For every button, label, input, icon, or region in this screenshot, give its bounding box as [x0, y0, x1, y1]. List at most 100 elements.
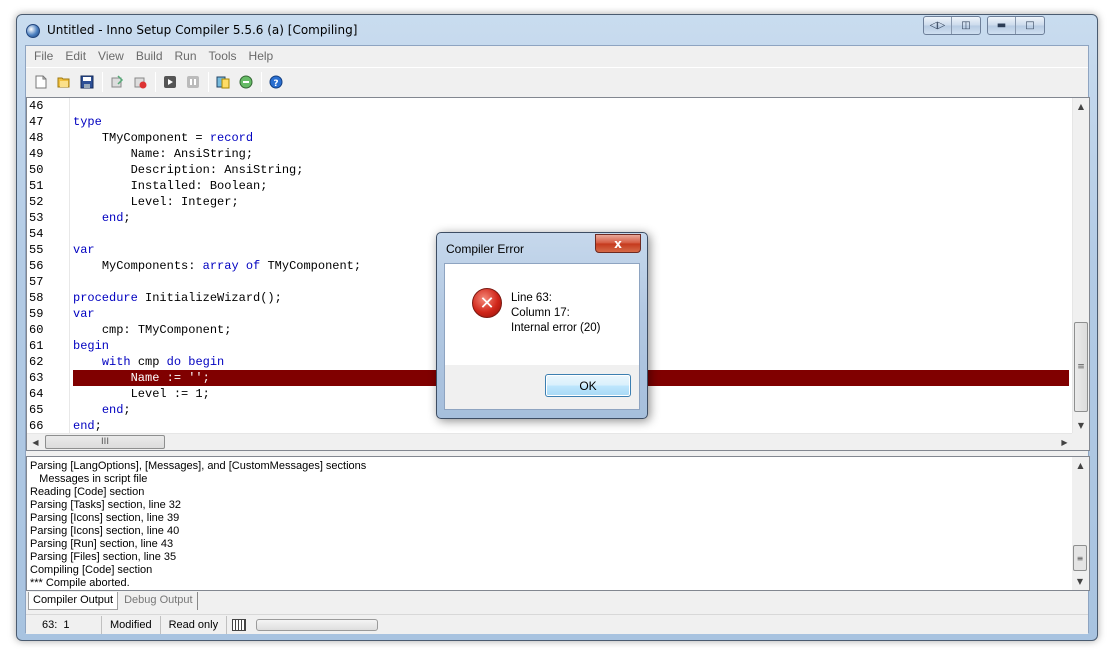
line-number: 59	[29, 307, 44, 321]
menu-tools[interactable]: Tools	[203, 49, 243, 63]
tab-debug-output[interactable]: Debug Output	[120, 592, 198, 610]
error-icon: ✕	[472, 288, 502, 318]
menu-bar: File Edit View Build Run Tools Help	[26, 46, 1088, 66]
ok-button[interactable]: OK	[545, 374, 631, 397]
menu-run[interactable]: Run	[169, 49, 203, 63]
caption-buttons: ▬ □	[987, 16, 1045, 35]
line-number-gutter: 46 47 48 49 50 51 52 53 54 55 56 57 58 59 60 61 62 63 64 65…	[27, 98, 70, 434]
modified-status: Modified	[102, 615, 161, 634]
scroll-up-icon[interactable]: ▲	[1073, 98, 1089, 115]
line-number: 53	[29, 211, 44, 225]
editor-vertical-scrollbar[interactable]: ▲ ≡ ▼	[1072, 98, 1089, 434]
menu-view[interactable]: View	[92, 49, 130, 63]
output-line: Reading [Code] section	[30, 486, 145, 498]
code-line[interactable]: end;	[73, 418, 1069, 434]
restore-icon[interactable]: ◁▷	[924, 17, 952, 34]
uninstall-icon	[239, 75, 253, 88]
line-number: 49	[29, 147, 44, 161]
line-number: 65	[29, 403, 44, 417]
output-vertical-scrollbar[interactable]: ▲ ≡ ▼	[1072, 457, 1089, 590]
scroll-down-icon[interactable]: ▼	[1072, 573, 1088, 590]
app-icon	[26, 24, 40, 38]
scroll-up-icon[interactable]: ▲	[1072, 457, 1089, 474]
hscroll-thumb[interactable]: III	[45, 435, 165, 449]
error-line: Line 63:	[511, 292, 552, 304]
line-number: 61	[29, 339, 44, 353]
title-bar[interactable]: Untitled - Inno Setup Compiler 5.5.6 (a)…	[17, 15, 1097, 45]
menu-file[interactable]: File	[28, 49, 59, 63]
output-line: *** Compile aborted.	[30, 577, 130, 589]
uninstall-button[interactable]	[235, 71, 257, 93]
close-icon[interactable]: x	[595, 234, 641, 253]
toolbar-separator	[102, 71, 103, 92]
compile-icon	[111, 74, 124, 87]
menu-help[interactable]: Help	[243, 49, 280, 63]
toolbar-separator	[208, 71, 209, 92]
compiler-error-dialog: Compiler Error x ✕ Line 63: Column 17: I…	[436, 232, 648, 419]
open-button[interactable]	[53, 71, 75, 93]
output-line: Parsing [Run] section, line 43	[30, 538, 174, 550]
menu-edit[interactable]: Edit	[59, 49, 92, 63]
code-line[interactable]: type	[73, 114, 1069, 130]
line-number: 63	[29, 371, 44, 385]
line-number: 57	[29, 275, 44, 289]
code-line[interactable]: Description: AnsiString;	[73, 162, 1069, 178]
menu-build[interactable]: Build	[130, 49, 169, 63]
run-button[interactable]	[159, 71, 181, 93]
line-number: 55	[29, 243, 44, 257]
error-description: Internal error (20)	[511, 322, 601, 334]
help-icon: ?	[269, 75, 283, 89]
line-number: 64	[29, 387, 44, 401]
editor-horizontal-scrollbar[interactable]: ◀ III ▶	[27, 433, 1073, 450]
output-line: Parsing [Icons] section, line 39	[30, 512, 180, 524]
minimize-icon[interactable]: ▬	[988, 17, 1016, 34]
output-line: Messages in script file	[30, 473, 148, 485]
keyboard-icon	[232, 618, 247, 631]
pause-button[interactable]	[182, 71, 204, 93]
toolbar-separator	[261, 71, 262, 92]
help-button[interactable]: ?	[265, 71, 287, 93]
output-lines: Parsing [LangOptions], [Messages], and […	[30, 460, 366, 590]
scroll-left-icon[interactable]: ◀	[27, 434, 44, 450]
stop-compile-icon	[134, 77, 147, 88]
scroll-right-icon[interactable]: ▶	[1056, 434, 1073, 450]
output-line: Parsing [Tasks] section, line 32	[30, 499, 182, 511]
read-only-status: Read only	[161, 615, 228, 634]
pin-icon[interactable]: ◫	[952, 17, 980, 34]
line-number: 58	[29, 291, 44, 305]
output-line: Compiling [Code] section	[30, 564, 153, 576]
setup-icon	[216, 76, 230, 88]
line-number: 54	[29, 227, 44, 241]
output-scroll-thumb[interactable]: ≡	[1073, 545, 1087, 571]
window-title: Untitled - Inno Setup Compiler 5.5.6 (a)…	[47, 23, 358, 37]
code-line[interactable]: Name: AnsiString;	[73, 146, 1069, 162]
line-number: 48	[29, 131, 44, 145]
setup-button[interactable]	[212, 71, 234, 93]
output-tabs: Compiler Output Debug Output	[26, 592, 1088, 612]
output-line: Parsing [LangOptions], [Messages], and […	[30, 460, 367, 472]
compiler-output-pane[interactable]: Parsing [LangOptions], [Messages], and […	[26, 456, 1090, 591]
code-line[interactable]: Level: Integer;	[73, 194, 1069, 210]
toolbar-separator	[155, 71, 156, 92]
line-number: 56	[29, 259, 44, 273]
dialog-message-area: ✕ Line 63: Column 17: Internal error (20…	[445, 264, 639, 365]
compile-button[interactable]	[106, 71, 128, 93]
maximize-icon[interactable]: □	[1016, 17, 1044, 34]
tab-compiler-output[interactable]: Compiler Output	[28, 592, 119, 610]
status-bar: 63: 1 Modified Read only	[26, 614, 1088, 634]
code-line[interactable]: TMyComponent = record	[73, 130, 1069, 146]
save-button[interactable]	[76, 71, 98, 93]
pause-icon	[187, 75, 199, 88]
new-button[interactable]	[30, 71, 52, 93]
code-line[interactable]: Installed: Boolean;	[73, 178, 1069, 194]
new-icon	[35, 75, 47, 88]
dialog-body: ✕ Line 63: Column 17: Internal error (20…	[444, 263, 640, 410]
scroll-thumb[interactable]: ≡	[1074, 322, 1088, 412]
line-number: 52	[29, 195, 44, 209]
code-line[interactable]	[73, 98, 1069, 114]
scroll-down-icon[interactable]: ▼	[1073, 417, 1089, 434]
cursor-position: 63: 1	[26, 615, 102, 634]
error-column: Column 17:	[511, 307, 570, 319]
stop-compile-button[interactable]	[129, 71, 151, 93]
code-line[interactable]: end;	[73, 210, 1069, 226]
